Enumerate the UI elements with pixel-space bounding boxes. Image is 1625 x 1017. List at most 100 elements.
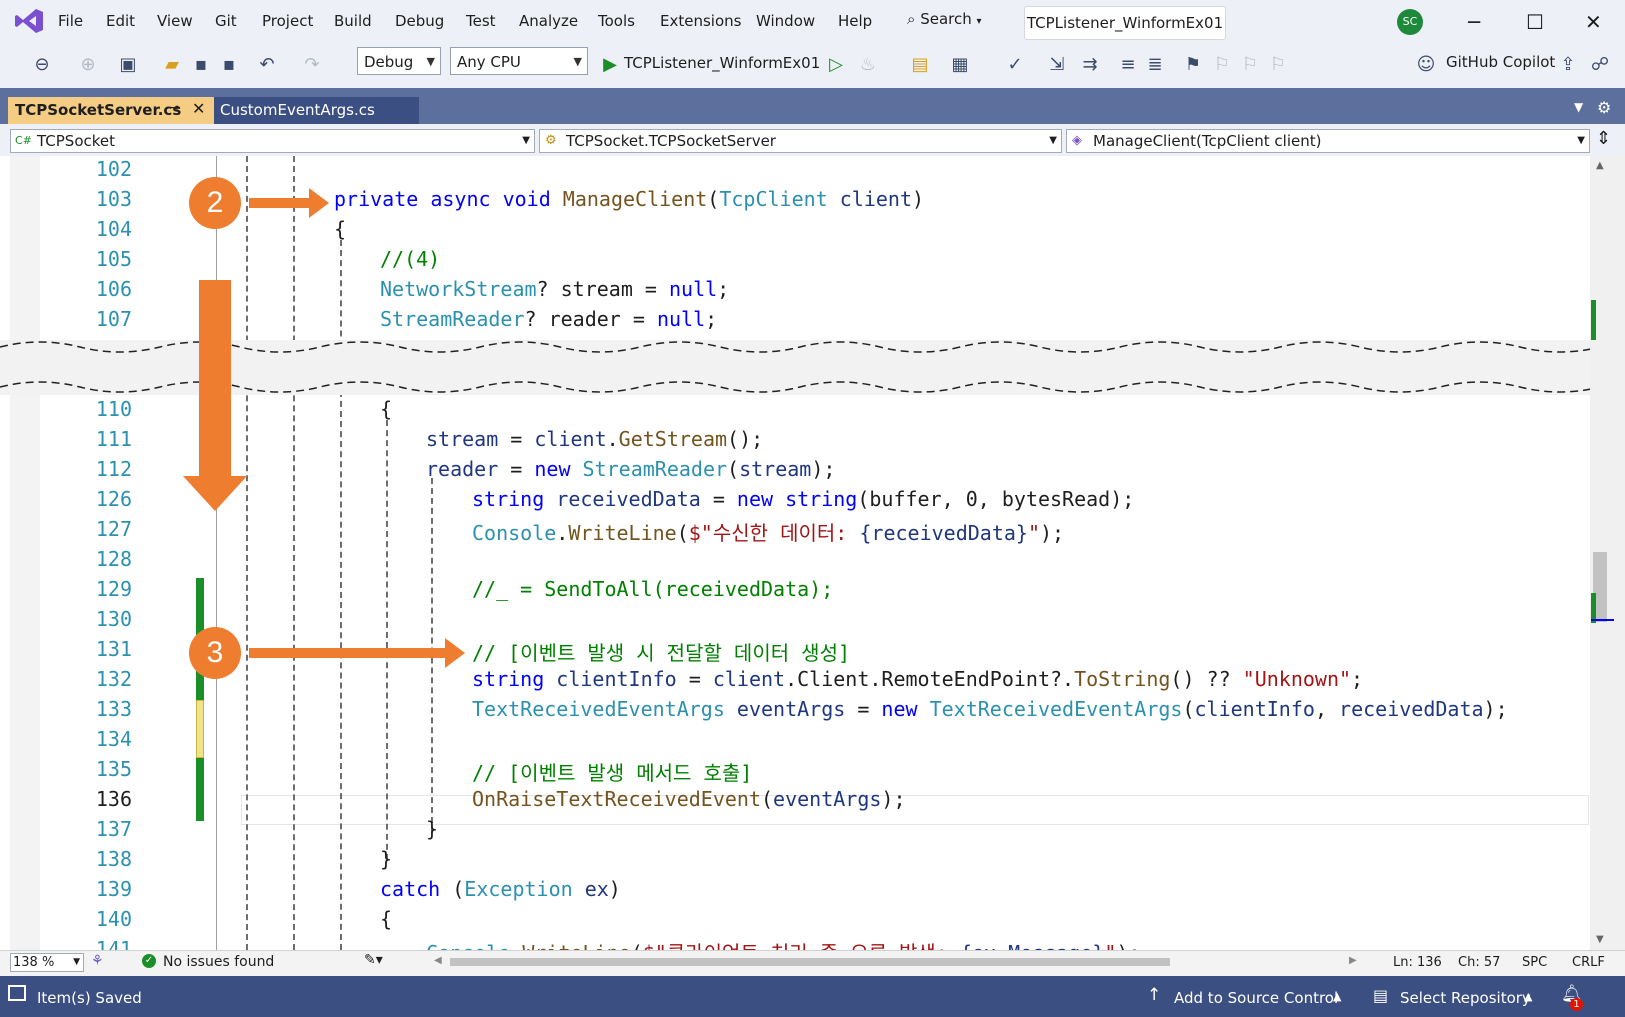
line-number-current: 136 — [95, 787, 132, 811]
menu-help[interactable]: Help — [838, 12, 872, 30]
tab-tcpsocketserver[interactable]: TCPSocketServer.cs ⊸ ✕ — [8, 97, 214, 124]
format-icon[interactable]: ⇉ — [1080, 55, 1100, 75]
line-number: 135 — [95, 757, 132, 781]
code-line-133: TextReceivedEventArgs eventArgs = new Te… — [472, 697, 1508, 721]
gear-icon[interactable]: ⚙ — [1597, 98, 1611, 117]
avatar[interactable]: SC — [1397, 9, 1423, 35]
spell-check-icon[interactable]: ✓ — [1005, 55, 1025, 75]
line-indicator[interactable]: Ln: 136 — [1393, 955, 1442, 970]
menu-project[interactable]: Project — [262, 12, 313, 30]
code-cleanup-icon[interactable]: ⚘ — [91, 953, 104, 969]
save-all-icon[interactable]: ▪ — [219, 55, 239, 75]
open-folder-icon[interactable]: ▰ — [162, 55, 182, 75]
whitespace-indicator[interactable]: SPC — [1522, 955, 1547, 970]
select-repository-button[interactable]: Select Repository — [1400, 989, 1531, 1007]
scroll-left-icon[interactable]: ◀ — [434, 955, 442, 966]
code-line-111: stream = client.GetStream(); — [426, 427, 764, 451]
outdent-icon[interactable]: ≡ — [1118, 55, 1138, 75]
line-number: 140 — [95, 907, 132, 931]
project-select[interactable]: C# TCPSocket ▼ — [10, 129, 535, 153]
hot-reload-icon[interactable]: ♨ — [858, 55, 878, 75]
code-line-135: // [이벤트 발생 메서드 호출] — [472, 761, 753, 785]
menu-view[interactable]: View — [157, 12, 193, 30]
tab-list-dropdown-icon[interactable]: ▼ — [1574, 100, 1583, 114]
menu-file[interactable]: File — [58, 12, 83, 30]
solution-platform-select[interactable]: Any CPU ▼ — [450, 47, 588, 75]
share-icon[interactable]: ⇪ — [1558, 55, 1578, 75]
glyph-margin — [10, 156, 40, 950]
start-without-debugging-icon[interactable]: ▷ — [826, 55, 846, 75]
search-button[interactable]: ⌕ Search ▾ — [907, 10, 982, 34]
tab-label: TCPSocketServer.cs — [15, 101, 182, 119]
clear-bookmarks-icon[interactable]: ⚐ — [1268, 55, 1288, 75]
solution-configuration-select[interactable]: Debug ▼ — [357, 47, 441, 75]
code-line-127: Console.WriteLine($"수신한 데이터: {receivedDa… — [472, 521, 1065, 545]
line-number: 102 — [95, 157, 132, 181]
comment-icon[interactable]: ≣ — [1145, 55, 1165, 75]
chevron-up-icon: ▲ — [1333, 990, 1342, 1003]
line-number: 106 — [95, 277, 132, 301]
navigate-forward-icon[interactable]: ⊕ — [78, 55, 98, 75]
scroll-down-icon[interactable]: ▼ — [1596, 934, 1604, 945]
code-line-105: //(4) — [380, 247, 441, 271]
menu-extensions[interactable]: Extensions — [660, 12, 741, 30]
copilot-icon[interactable]: ☺ — [1416, 55, 1436, 75]
maximize-icon[interactable]: ☐ — [1526, 10, 1544, 34]
split-editor-icon[interactable]: ⇕ — [1596, 128, 1611, 149]
method-icon: ◈ — [1072, 133, 1082, 148]
step-into-icon[interactable]: ⇲ — [1047, 55, 1067, 75]
undo-icon[interactable]: ↶ — [257, 55, 277, 75]
save-icon[interactable]: ▪ — [191, 55, 211, 75]
tab-customeventargs[interactable]: CustomEventArgs.cs — [214, 97, 419, 124]
menu-debug[interactable]: Debug — [395, 12, 444, 30]
next-bookmark-icon[interactable]: ⚐ — [1240, 55, 1260, 75]
menu-build[interactable]: Build — [334, 12, 372, 30]
scroll-up-icon[interactable]: ▲ — [1596, 160, 1604, 171]
menu-tools[interactable]: Tools — [598, 12, 635, 30]
code-editor[interactable] — [0, 156, 1590, 950]
menu-window[interactable]: Window — [756, 12, 815, 30]
feedback-icon[interactable]: ☍ — [1590, 55, 1610, 75]
github-copilot-button[interactable]: GitHub Copilot — [1446, 53, 1555, 71]
new-project-icon[interactable]: ▣ — [118, 55, 138, 75]
solution-explorer-icon[interactable]: ▤ — [910, 55, 930, 75]
horizontal-scrollbar-thumb[interactable] — [450, 958, 1170, 966]
start-target-label[interactable]: TCPListener_WinformEx01 — [624, 54, 820, 72]
chevron-up-icon: ▲ — [1524, 990, 1533, 1003]
line-number: 131 — [95, 637, 132, 661]
change-indicator-unsaved — [196, 700, 204, 758]
chevron-down-icon: ▾ — [976, 16, 982, 27]
line-ending-indicator[interactable]: CRLF — [1572, 955, 1605, 970]
column-indicator[interactable]: Ch: 57 — [1458, 955, 1500, 970]
line-number: 128 — [95, 547, 132, 571]
output-icon[interactable] — [8, 985, 26, 1001]
pin-icon[interactable]: ⊸ — [168, 100, 180, 116]
chevron-down-icon: ▼ — [573, 55, 582, 68]
layout-icon[interactable]: ▦ — [950, 55, 970, 75]
close-icon[interactable]: ✕ — [192, 99, 205, 118]
bookmark-icon[interactable]: ⚑ — [1183, 55, 1203, 75]
menu-analyze[interactable]: Analyze — [519, 12, 578, 30]
type-select[interactable]: ⚙ TCPSocket.TCPSocketServer ▼ — [539, 129, 1062, 153]
chevron-down-icon: ▼ — [1577, 135, 1585, 146]
navigate-back-icon[interactable]: ⊖ — [32, 55, 52, 75]
start-debugging-icon[interactable]: ▶ — [600, 55, 620, 75]
visual-studio-logo-icon[interactable] — [14, 8, 44, 34]
close-icon[interactable]: ✕ — [1585, 10, 1602, 34]
menu-test[interactable]: Test — [466, 12, 496, 30]
redo-icon[interactable]: ↷ — [302, 55, 322, 75]
issues-status[interactable]: No issues found — [163, 954, 274, 970]
zoom-select[interactable]: 138 % ▼ — [10, 953, 84, 972]
member-select[interactable]: ◈ ManageClient(TcpClient client) ▼ — [1066, 129, 1590, 153]
menu-git[interactable]: Git — [215, 12, 237, 30]
code-line-132: string clientInfo = client.Client.Remote… — [472, 667, 1364, 691]
line-number: 105 — [95, 247, 132, 271]
add-to-source-control-button[interactable]: Add to Source Control — [1174, 989, 1338, 1007]
scroll-right-icon[interactable]: ▶ — [1349, 955, 1357, 966]
minimize-icon[interactable]: ─ — [1468, 10, 1480, 34]
line-number: 130 — [95, 607, 132, 631]
code-line-140: { — [380, 907, 393, 931]
menu-edit[interactable]: Edit — [106, 12, 135, 30]
previous-bookmark-icon[interactable]: ⚐ — [1212, 55, 1232, 75]
brush-icon[interactable]: ✎▾ — [364, 952, 383, 968]
